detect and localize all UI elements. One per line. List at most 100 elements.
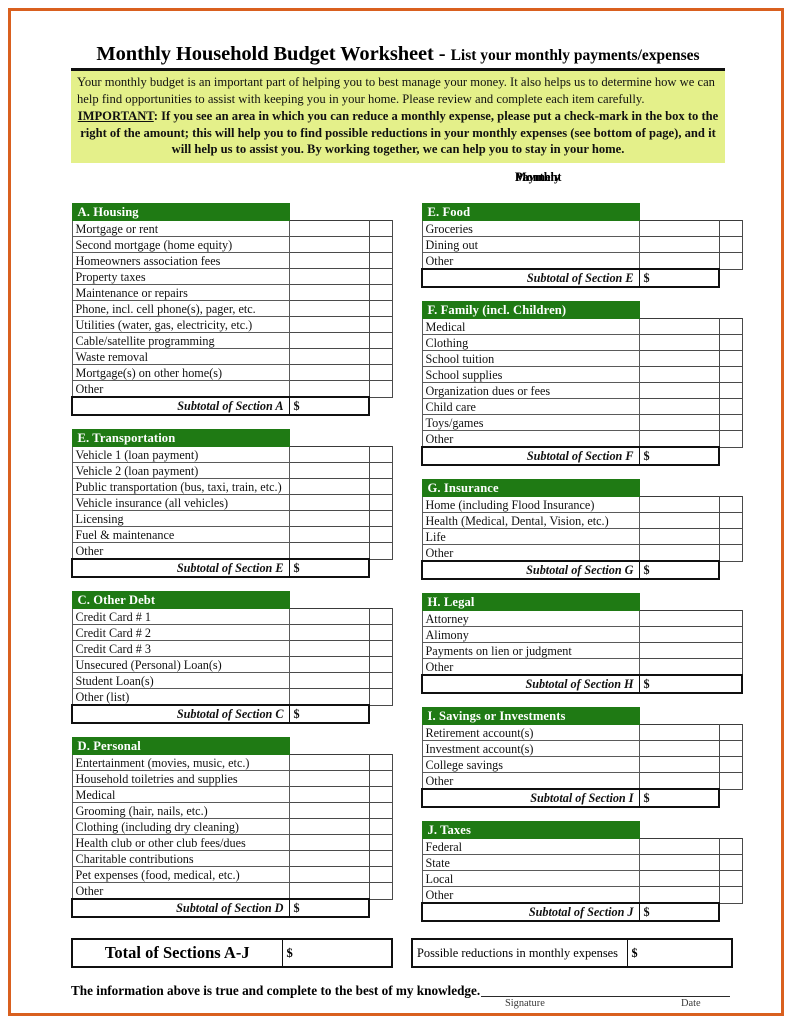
reduction-checkbox[interactable] (718, 236, 743, 254)
expense-amount-input[interactable] (638, 236, 720, 254)
expense-amount-input[interactable] (288, 284, 370, 302)
reduction-checkbox[interactable] (718, 838, 743, 856)
reduction-checkbox[interactable] (368, 688, 393, 706)
reduction-checkbox[interactable] (368, 672, 393, 690)
expense-amount-input[interactable] (288, 624, 370, 642)
reduction-checkbox[interactable] (718, 544, 743, 562)
expense-amount-input[interactable] (638, 610, 743, 628)
expense-amount-input[interactable] (288, 834, 370, 852)
reduction-checkbox[interactable] (718, 318, 743, 336)
reduction-checkbox[interactable] (368, 802, 393, 820)
expense-amount-input[interactable] (288, 462, 370, 480)
expense-amount-input[interactable] (638, 658, 743, 676)
expense-amount-input[interactable] (638, 724, 720, 742)
subtotal-amount-input[interactable]: $ (288, 704, 370, 725)
reduction-checkbox[interactable] (368, 462, 393, 480)
expense-amount-input[interactable] (638, 772, 720, 790)
expense-amount-input[interactable] (288, 252, 370, 270)
expense-amount-input[interactable] (288, 332, 370, 350)
expense-amount-input[interactable] (288, 510, 370, 528)
expense-amount-input[interactable] (288, 220, 370, 238)
reduction-checkbox[interactable] (368, 494, 393, 512)
subtotal-amount-input[interactable]: $ (288, 898, 370, 919)
reduction-checkbox[interactable] (718, 772, 743, 790)
expense-amount-input[interactable] (638, 350, 720, 368)
reduction-checkbox[interactable] (718, 528, 743, 546)
expense-amount-input[interactable] (288, 446, 370, 464)
expense-amount-input[interactable] (638, 886, 720, 904)
reduction-checkbox[interactable] (718, 724, 743, 742)
expense-amount-input[interactable] (288, 364, 370, 382)
expense-amount-input[interactable] (638, 838, 720, 856)
expense-amount-input[interactable] (288, 236, 370, 254)
reduction-checkbox[interactable] (368, 268, 393, 286)
reduction-checkbox[interactable] (368, 300, 393, 318)
reduction-checkbox[interactable] (368, 284, 393, 302)
reduction-checkbox[interactable] (368, 526, 393, 544)
expense-amount-input[interactable] (288, 268, 370, 286)
expense-amount-input[interactable] (638, 626, 743, 644)
reduction-checkbox[interactable] (368, 446, 393, 464)
reduction-checkbox[interactable] (718, 220, 743, 238)
reduction-checkbox[interactable] (368, 220, 393, 238)
expense-amount-input[interactable] (638, 366, 720, 384)
expense-amount-input[interactable] (638, 854, 720, 872)
reduction-checkbox[interactable] (718, 740, 743, 758)
expense-amount-input[interactable] (288, 640, 370, 658)
expense-amount-input[interactable] (288, 850, 370, 868)
reduction-checkbox[interactable] (368, 542, 393, 560)
reduction-checkbox[interactable] (368, 332, 393, 350)
expense-amount-input[interactable] (288, 316, 370, 334)
reduction-checkbox[interactable] (368, 850, 393, 868)
expense-amount-input[interactable] (288, 542, 370, 560)
reduction-checkbox[interactable] (718, 512, 743, 530)
reduction-checkbox[interactable] (368, 754, 393, 772)
reduction-checkbox[interactable] (718, 414, 743, 432)
expense-amount-input[interactable] (288, 882, 370, 900)
expense-amount-input[interactable] (638, 528, 720, 546)
reduction-checkbox[interactable] (718, 382, 743, 400)
reduction-checkbox[interactable] (368, 252, 393, 270)
reduction-checkbox[interactable] (718, 430, 743, 448)
expense-amount-input[interactable] (638, 382, 720, 400)
expense-amount-input[interactable] (638, 430, 720, 448)
reduction-checkbox[interactable] (718, 756, 743, 774)
reduction-checkbox[interactable] (368, 770, 393, 788)
subtotal-amount-input[interactable]: $ (288, 558, 370, 579)
subtotal-amount-input[interactable]: $ (638, 788, 720, 809)
reduction-checkbox[interactable] (368, 624, 393, 642)
reduction-checkbox[interactable] (368, 236, 393, 254)
reduction-checkbox[interactable] (368, 348, 393, 366)
expense-amount-input[interactable] (288, 380, 370, 398)
reduction-checkbox[interactable] (368, 786, 393, 804)
reduction-checkbox[interactable] (368, 882, 393, 900)
expense-amount-input[interactable] (638, 414, 720, 432)
subtotal-amount-input[interactable]: $ (638, 560, 720, 581)
reduction-checkbox[interactable] (368, 510, 393, 528)
reduction-checkbox[interactable] (368, 364, 393, 382)
expense-amount-input[interactable] (288, 688, 370, 706)
expense-amount-input[interactable] (638, 512, 720, 530)
reductions-amount-input[interactable]: $ (626, 938, 733, 969)
expense-amount-input[interactable] (638, 398, 720, 416)
total-amount-input[interactable]: $ (281, 938, 393, 969)
reduction-checkbox[interactable] (368, 380, 393, 398)
reduction-checkbox[interactable] (368, 656, 393, 674)
expense-amount-input[interactable] (288, 494, 370, 512)
reduction-checkbox[interactable] (718, 496, 743, 514)
expense-amount-input[interactable] (638, 496, 720, 514)
expense-amount-input[interactable] (288, 770, 370, 788)
reduction-checkbox[interactable] (718, 334, 743, 352)
subtotal-amount-input[interactable]: $ (638, 902, 720, 923)
expense-amount-input[interactable] (288, 818, 370, 836)
reduction-checkbox[interactable] (368, 866, 393, 884)
expense-amount-input[interactable] (638, 318, 720, 336)
reduction-checkbox[interactable] (718, 398, 743, 416)
expense-amount-input[interactable] (638, 642, 743, 660)
expense-amount-input[interactable] (638, 220, 720, 238)
expense-amount-input[interactable] (638, 870, 720, 888)
reduction-checkbox[interactable] (368, 834, 393, 852)
reduction-checkbox[interactable] (368, 608, 393, 626)
reduction-checkbox[interactable] (718, 252, 743, 270)
expense-amount-input[interactable] (638, 334, 720, 352)
